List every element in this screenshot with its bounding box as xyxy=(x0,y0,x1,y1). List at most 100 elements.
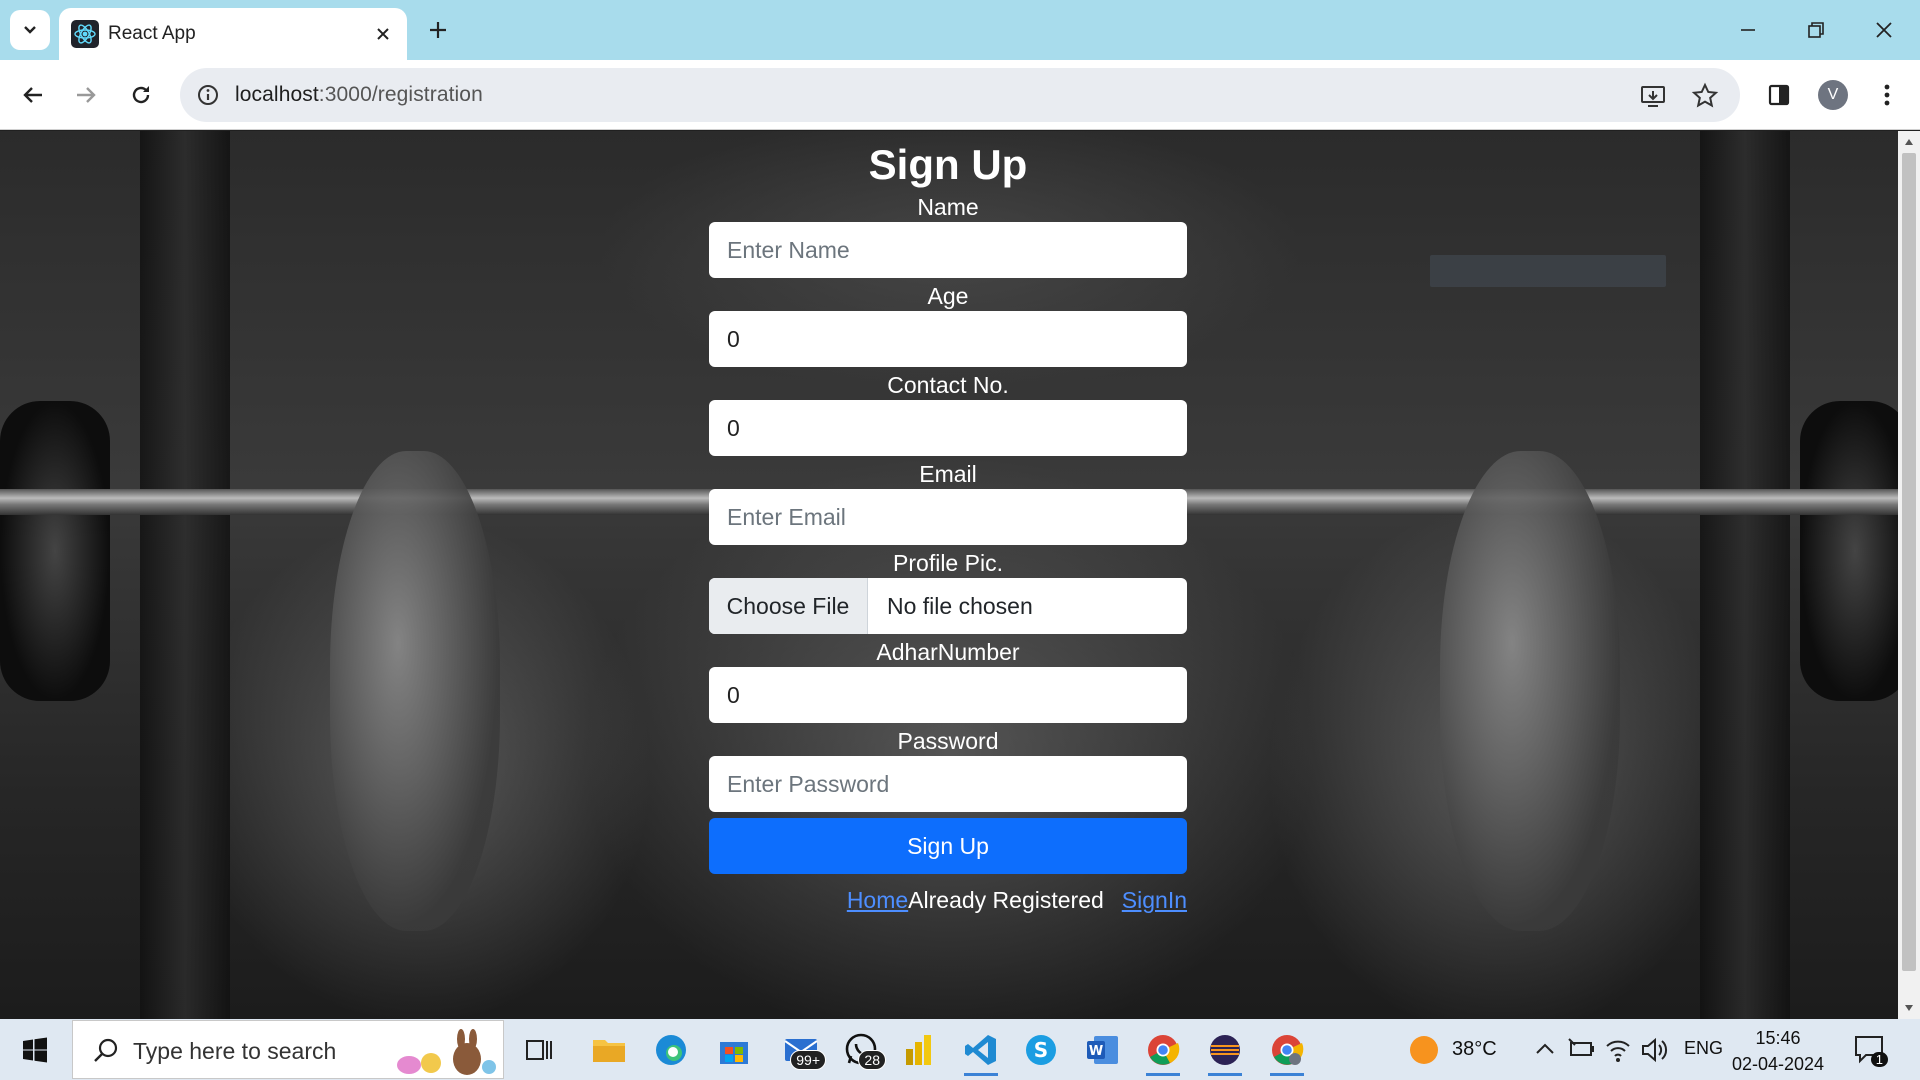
power-bi-button[interactable] xyxy=(890,1023,948,1076)
tab-close-button[interactable] xyxy=(369,20,397,48)
task-view-icon xyxy=(526,1039,552,1060)
page-scrollbar[interactable] xyxy=(1898,131,1920,1019)
word-button[interactable]: W xyxy=(1074,1023,1132,1076)
close-window-button[interactable] xyxy=(1856,8,1912,52)
folder-icon xyxy=(593,1039,625,1062)
react-favicon-icon xyxy=(71,20,99,48)
back-button[interactable] xyxy=(13,75,53,115)
weather-temperature[interactable]: 38°C xyxy=(1452,1038,1497,1061)
tab-search-button[interactable] xyxy=(10,10,50,50)
sign-up-button[interactable]: Sign Up xyxy=(709,818,1187,874)
form-footer-links: HomeAlready Registered SignIn xyxy=(709,887,1187,914)
chevron-up-icon[interactable] xyxy=(1534,1039,1556,1059)
power-bi-icon xyxy=(906,1034,931,1065)
snip-overlay xyxy=(1430,255,1666,287)
volume-icon[interactable] xyxy=(1640,1037,1668,1063)
reload-icon xyxy=(132,86,150,104)
age-label: Age xyxy=(927,283,969,309)
browser-tab-strip: React App xyxy=(0,0,1920,60)
password-label: Password xyxy=(897,728,999,754)
chrome-icon xyxy=(1148,1034,1180,1065)
url-path: :3000/registration xyxy=(318,83,483,106)
windows-taskbar: Type here to search 99+ 28 S W 38°C ENG … xyxy=(0,1019,1920,1080)
browser-toolbar: localhost:3000/registration V xyxy=(0,60,1920,130)
install-app-icon[interactable] xyxy=(1638,81,1668,111)
edge-browser-button[interactable] xyxy=(642,1023,700,1076)
file-explorer-button[interactable] xyxy=(580,1023,638,1076)
age-input[interactable] xyxy=(709,311,1187,367)
microsoft-store-button[interactable] xyxy=(705,1023,763,1076)
address-bar[interactable]: localhost:3000/registration xyxy=(180,68,1740,122)
store-icon xyxy=(720,1041,748,1064)
taskbar-search-box[interactable]: Type here to search xyxy=(72,1020,504,1079)
arrow-left-icon xyxy=(23,87,42,103)
close-icon xyxy=(377,28,389,40)
restore-icon xyxy=(1808,22,1824,38)
scrollbar-thumb[interactable] xyxy=(1902,153,1916,971)
profile-pic-file-input[interactable]: Choose File No file chosen xyxy=(709,578,1187,634)
profile-avatar[interactable]: V xyxy=(1818,80,1848,110)
kebab-menu-icon[interactable] xyxy=(1867,75,1907,115)
minimize-icon xyxy=(1741,29,1755,31)
profile-pic-label: Profile Pic. xyxy=(893,550,1003,576)
file-status-text: No file chosen xyxy=(887,592,1033,619)
reload-button[interactable] xyxy=(121,75,161,115)
chrome-button[interactable] xyxy=(1134,1023,1192,1076)
vscode-button[interactable] xyxy=(952,1023,1010,1076)
search-placeholder: Type here to search xyxy=(133,1038,337,1064)
contact-input[interactable] xyxy=(709,400,1187,456)
task-view-button[interactable] xyxy=(510,1023,568,1076)
windows-logo-icon xyxy=(23,1037,47,1062)
battery-icon[interactable] xyxy=(1568,1037,1596,1061)
new-tab-button[interactable] xyxy=(420,12,456,48)
contact-label: Contact No. xyxy=(887,372,1009,398)
name-input[interactable] xyxy=(709,222,1187,278)
email-input[interactable] xyxy=(709,489,1187,545)
restore-button[interactable] xyxy=(1788,8,1844,52)
gym-background-image xyxy=(0,401,110,701)
plus-icon xyxy=(430,22,446,38)
clock-time: 15:46 xyxy=(1755,1028,1801,1048)
easter-eggs-icon xyxy=(397,1029,496,1075)
password-input[interactable] xyxy=(709,756,1187,812)
minimize-button[interactable] xyxy=(1720,8,1776,52)
side-panel-icon[interactable] xyxy=(1759,75,1799,115)
arrow-right-icon xyxy=(77,87,96,103)
whatsapp-button[interactable]: 28 xyxy=(832,1023,890,1076)
choose-file-button[interactable]: Choose File xyxy=(709,578,868,634)
system-clock[interactable]: 15:46 02-04-2024 xyxy=(1730,1025,1826,1077)
site-info-icon[interactable] xyxy=(194,81,222,109)
word-icon: W xyxy=(1087,1035,1118,1064)
skype-icon: S xyxy=(1026,1034,1056,1065)
signup-form: Sign Up Name Age Contact No. Email Profi… xyxy=(709,131,1187,914)
name-label: Name xyxy=(917,194,979,220)
page-title: Sign Up xyxy=(868,141,1028,188)
wifi-icon[interactable] xyxy=(1604,1037,1632,1063)
gym-background-image xyxy=(1700,131,1790,1019)
browser-tab[interactable]: React App xyxy=(59,8,407,60)
gym-background-image xyxy=(1440,451,1620,931)
signin-link[interactable]: SignIn xyxy=(1122,887,1187,913)
start-button[interactable] xyxy=(0,1019,70,1080)
forward-button[interactable] xyxy=(66,75,106,115)
adhar-input[interactable] xyxy=(709,667,1187,723)
gym-background-image xyxy=(330,451,500,931)
bookmark-star-icon[interactable] xyxy=(1690,81,1720,111)
home-link[interactable]: Home xyxy=(847,887,908,913)
mail-button[interactable]: 99+ xyxy=(772,1023,830,1076)
weather-sun-icon xyxy=(1410,1036,1438,1064)
page-viewport: Sign Up Name Age Contact No. Email Profi… xyxy=(0,131,1898,1019)
scroll-up-arrow-icon[interactable] xyxy=(1898,133,1920,151)
url-text: localhost:3000/registration xyxy=(235,83,483,107)
eclipse-button[interactable] xyxy=(1196,1023,1254,1076)
eclipse-icon xyxy=(1210,1034,1240,1065)
url-host: localhost xyxy=(235,83,319,106)
scroll-down-arrow-icon[interactable] xyxy=(1898,999,1920,1017)
chrome-profile-button[interactable] xyxy=(1258,1023,1316,1076)
adhar-label: AdharNumber xyxy=(876,639,1020,665)
language-indicator[interactable]: ENG xyxy=(1684,1038,1723,1059)
search-icon xyxy=(94,1038,118,1062)
svg-text:W: W xyxy=(1089,1044,1103,1059)
notification-center-button[interactable]: 1 xyxy=(1850,1033,1890,1067)
skype-button[interactable]: S xyxy=(1012,1023,1070,1076)
